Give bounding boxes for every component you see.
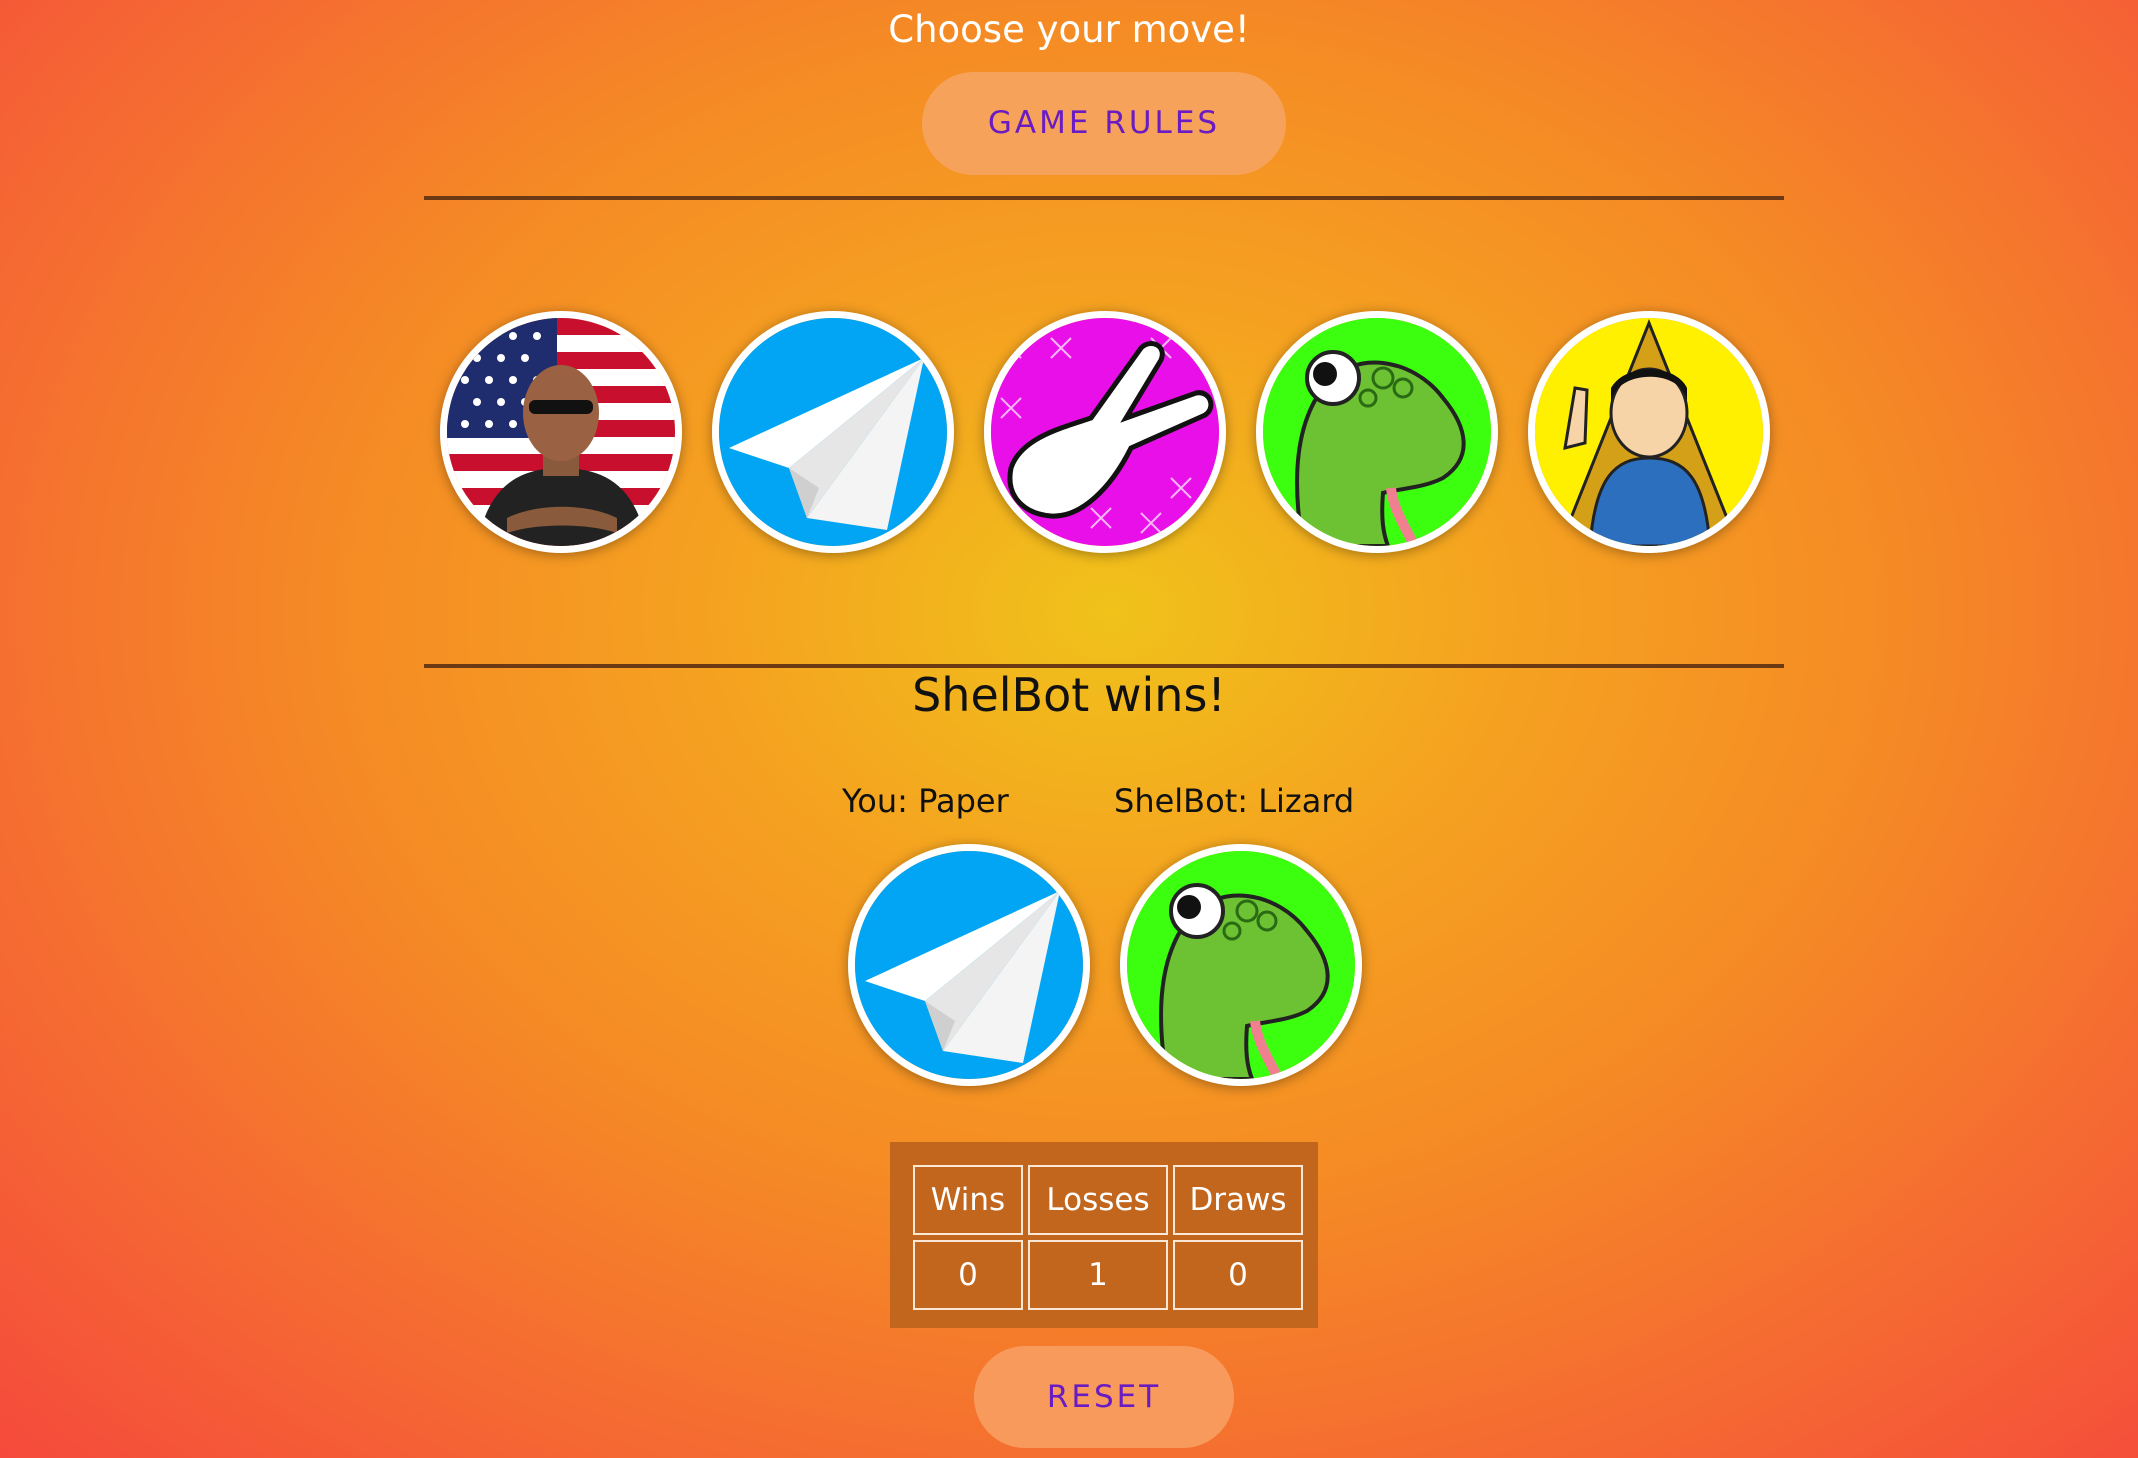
- scoreboard: Wins Losses Draws 0 1 0: [890, 1142, 1318, 1328]
- bot-choice-image: [1120, 844, 1362, 1086]
- wins-header: Wins: [913, 1165, 1023, 1235]
- paper-plane-icon: [719, 318, 947, 546]
- lizard-icon: [1263, 318, 1491, 546]
- losses-value: 1: [1028, 1240, 1168, 1310]
- score-table: Wins Losses Draws 0 1 0: [908, 1160, 1308, 1315]
- losses-header: Losses: [1028, 1165, 1168, 1235]
- score-header-row: Wins Losses Draws: [913, 1165, 1303, 1235]
- wins-value: 0: [913, 1240, 1023, 1310]
- spock-icon: [1535, 318, 1763, 546]
- player-choice-label: You: Paper: [842, 782, 1009, 820]
- game-rules-button[interactable]: GAME RULES: [922, 72, 1286, 175]
- draws-value: 0: [1173, 1240, 1303, 1310]
- score-value-row: 0 1 0: [913, 1240, 1303, 1310]
- player-choice-image: [848, 844, 1090, 1086]
- reset-button[interactable]: RESET: [974, 1346, 1234, 1448]
- draws-header: Draws: [1173, 1165, 1303, 1235]
- top-divider: [424, 196, 1784, 200]
- spock-button[interactable]: [1528, 311, 1770, 553]
- bot-choice-label: ShelBot: Lizard: [1114, 782, 1355, 820]
- scissors-hand-icon: [991, 318, 1219, 546]
- paper-button[interactable]: [712, 311, 954, 553]
- result-message: ShelBot wins!: [912, 668, 1226, 722]
- lizard-icon: [1127, 851, 1355, 1079]
- rock-button[interactable]: [440, 311, 682, 553]
- scissors-button[interactable]: [984, 311, 1226, 553]
- paper-plane-icon: [855, 851, 1083, 1079]
- page-title: Choose your move!: [888, 8, 1250, 51]
- rock-portrait-icon: [447, 318, 675, 546]
- lizard-button[interactable]: [1256, 311, 1498, 553]
